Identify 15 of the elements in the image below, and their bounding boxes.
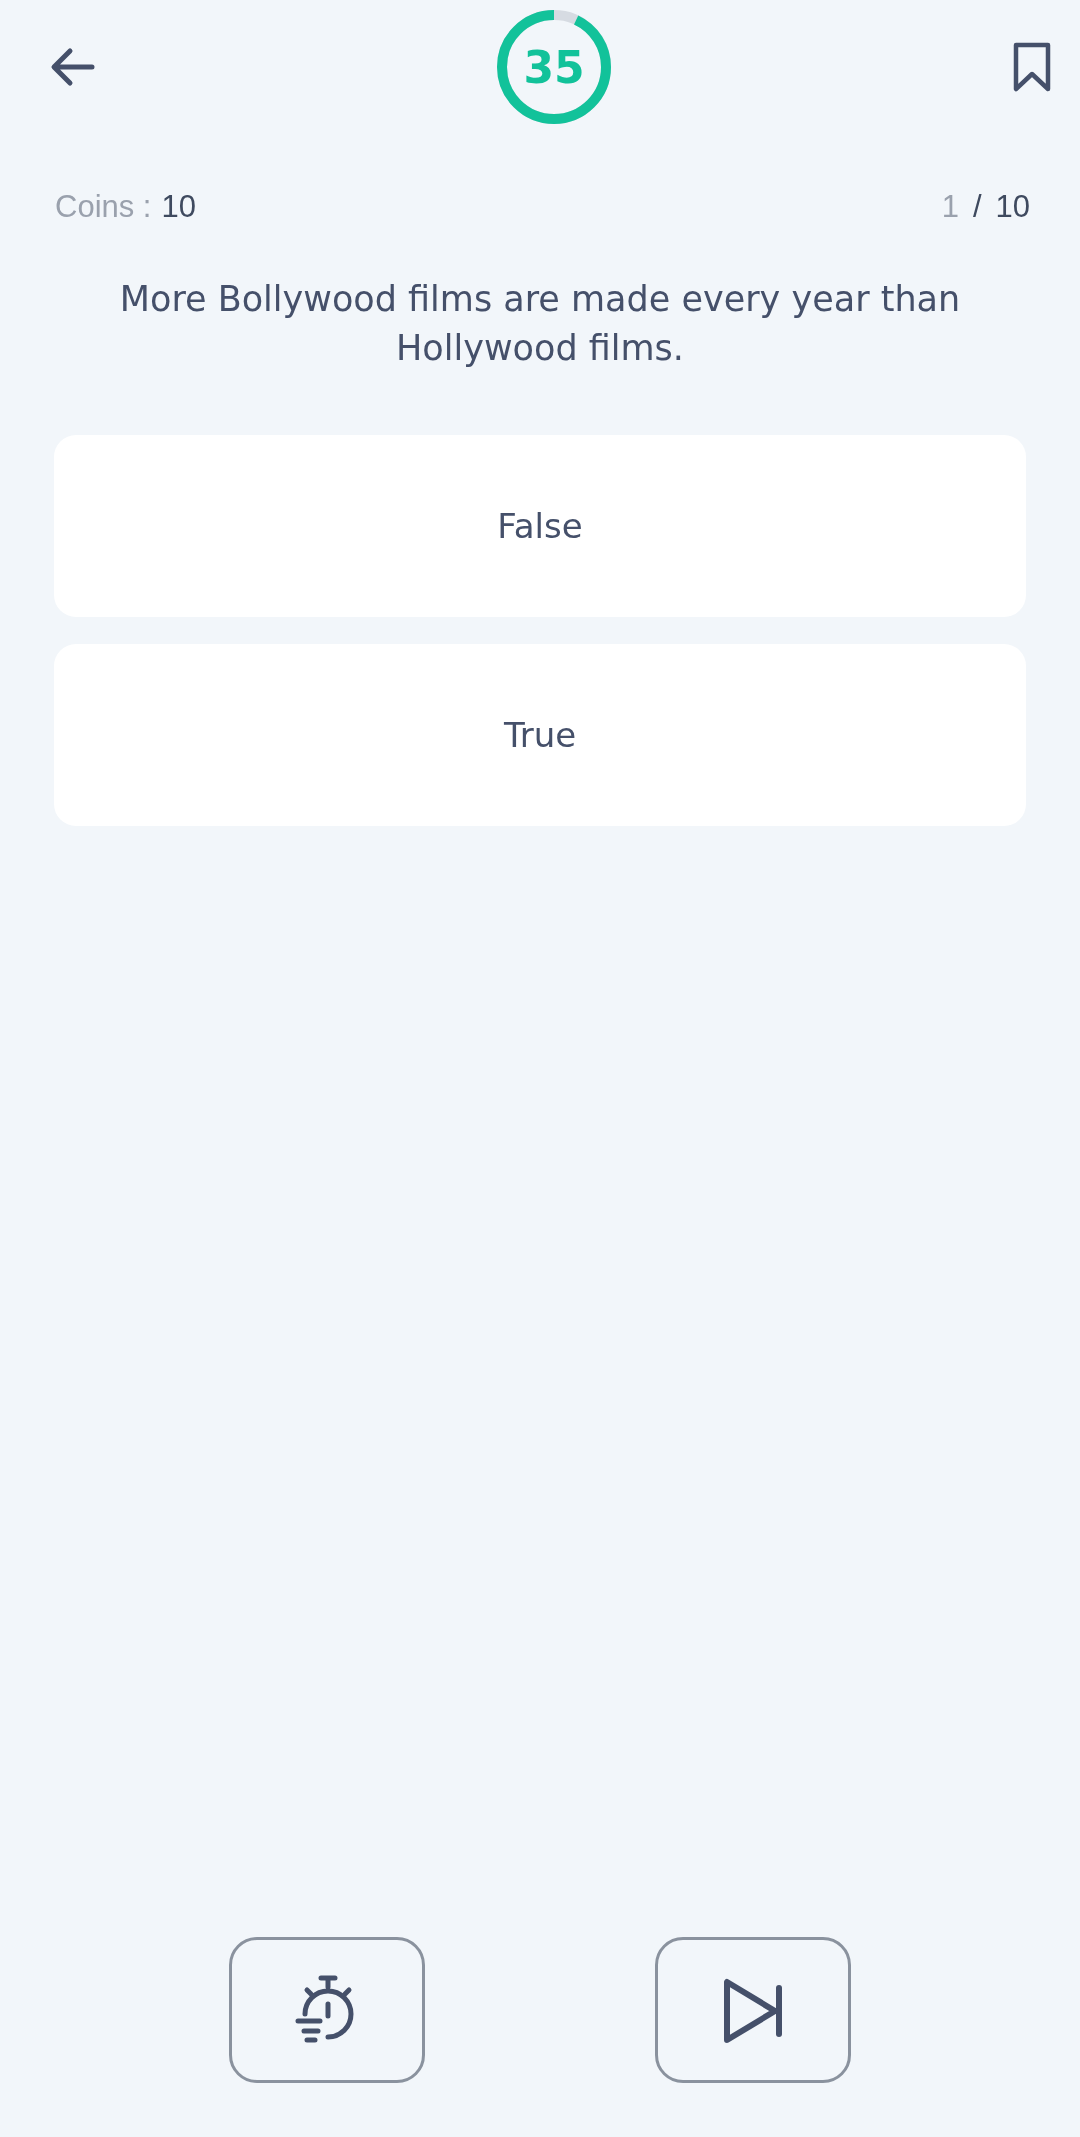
answer-option[interactable]: True	[54, 644, 1026, 826]
current-question: 1	[941, 189, 959, 225]
back-arrow-icon	[50, 47, 96, 87]
bookmark-icon	[1012, 41, 1052, 93]
timer-button[interactable]	[229, 1937, 425, 2083]
question-text: More Bollywood films are made every year than Hollywood films.	[118, 278, 962, 370]
progress-separator: /	[972, 189, 982, 225]
back-button[interactable]	[50, 47, 96, 87]
answer-option[interactable]: False	[54, 435, 1026, 617]
coins-label: Coins :	[55, 189, 152, 225]
timer-value: 35	[523, 41, 585, 93]
bookmark-button[interactable]	[1012, 41, 1052, 93]
total-questions: 10	[995, 189, 1030, 225]
skip-button[interactable]	[655, 1937, 851, 2083]
coins-value: 10	[161, 189, 196, 225]
